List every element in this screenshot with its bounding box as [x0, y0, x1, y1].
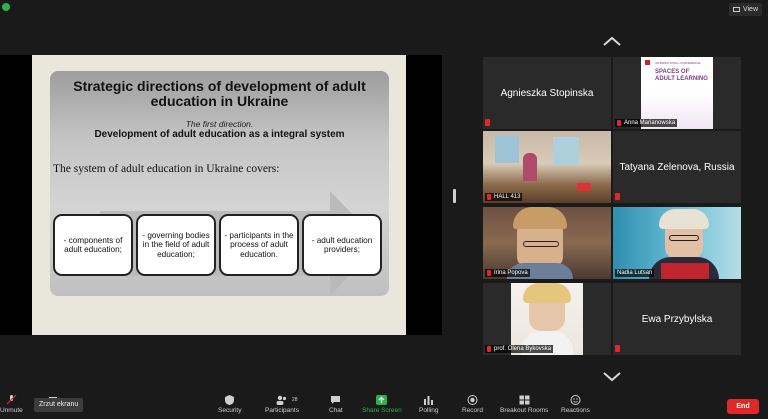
slide-box-participants: - participants in the process of adult e… — [219, 214, 299, 276]
meeting-toolbar: Unmute Start Video Security 28 Participa… — [0, 393, 768, 419]
screenshot-tooltip: Zrzut ekranu — [34, 398, 84, 412]
poster-line1: INTERNATIONAL CONFERENCE — [655, 61, 701, 65]
mic-muted-icon — [487, 194, 491, 200]
mic-muted-icon — [617, 120, 621, 126]
participant-name-tag: Irina Popova — [485, 269, 530, 277]
share-screen-button[interactable]: Share Screen — [362, 395, 402, 414]
record-icon — [467, 395, 478, 405]
video-glasses — [523, 241, 559, 247]
participants-icon — [276, 395, 287, 405]
participant-tile-agnieszka[interactable]: Agnieszka Stopinska — [483, 57, 611, 129]
mic-muted-icon — [615, 345, 620, 352]
video-flag — [577, 183, 591, 191]
slide-heading: Development of adult education as a inte… — [94, 129, 345, 140]
video-screen-right — [553, 137, 579, 165]
chevron-down-icon[interactable] — [603, 372, 621, 382]
slide-subtitle: The first direction. — [185, 119, 254, 129]
slide-box-providers: - adult education providers; — [302, 214, 382, 276]
chat-button[interactable]: Chat — [329, 395, 343, 414]
shared-screen[interactable]: Strategic directions of development of a… — [0, 55, 442, 335]
view-button-label: View — [742, 6, 758, 13]
participant-name-tag: Anna Marianowska — [615, 119, 678, 127]
slide-box-components: - components of adult education; — [53, 214, 133, 276]
participant-name: Ewa Przybylska — [641, 313, 713, 325]
breakout-rooms-icon — [519, 395, 530, 405]
smiley-icon — [570, 395, 581, 405]
poster-logo-icon — [645, 60, 650, 65]
participants-button[interactable]: 28 Participants — [265, 395, 299, 414]
participant-tile-nadia[interactable]: Nadia Lutsan — [613, 207, 741, 279]
participant-name: Agnieszka Stopinska — [500, 87, 594, 99]
zoom-meeting-window: View Strategic directions of development… — [0, 0, 768, 419]
participant-name-tag: Nadia Lutsan — [615, 269, 655, 277]
video-red-top — [661, 263, 709, 279]
poster-line2: SPACES OF — [655, 69, 690, 75]
slide-title: Strategic directions of development of a… — [73, 78, 366, 109]
video-person-hair — [523, 283, 571, 303]
grid-icon — [732, 7, 740, 12]
poster-line3: ADULT LEARNING — [655, 76, 708, 82]
mic-muted-icon — [485, 119, 490, 126]
chat-icon — [331, 396, 341, 404]
participant-tile-irina[interactable]: Irina Popova — [483, 207, 611, 279]
unmute-button[interactable]: Unmute — [0, 395, 23, 414]
participant-tile-ewa[interactable]: Ewa Przybylska — [613, 283, 741, 355]
end-meeting-button[interactable]: End — [727, 399, 759, 414]
polling-button[interactable]: Polling — [419, 395, 439, 414]
video-screen-left — [495, 135, 519, 163]
video-glasses — [669, 235, 699, 241]
video-person-hair — [513, 207, 567, 229]
polling-icon — [424, 396, 434, 405]
view-button[interactable]: View — [728, 3, 762, 16]
slide-box-governing: - governing bodies in the field of adult… — [136, 214, 216, 276]
participant-tile-tatyana[interactable]: Tatyana Zelenova, Russia — [613, 131, 741, 203]
participants-count: 28 — [292, 397, 298, 403]
mic-off-icon — [6, 395, 17, 405]
record-button[interactable]: Record — [462, 395, 483, 414]
mic-muted-icon — [487, 270, 491, 276]
shield-icon — [225, 395, 235, 405]
slide: Strategic directions of development of a… — [50, 71, 389, 296]
presentation-frame: Strategic directions of development of a… — [32, 55, 406, 335]
encryption-shield-icon[interactable] — [2, 3, 10, 11]
slide-covers-text: The system of adult education in Ukraine… — [53, 163, 280, 175]
video-person — [523, 153, 537, 181]
security-button[interactable]: Security — [218, 395, 241, 414]
share-screen-icon — [376, 395, 388, 405]
participant-name: Tatyana Zelenova, Russia — [619, 161, 735, 173]
participant-tile-olena[interactable]: prof. Olena Bykovska — [483, 283, 611, 355]
participant-tile-anna[interactable]: INTERNATIONAL CONFERENCE SPACES OF ADULT… — [613, 57, 741, 129]
mic-muted-icon — [487, 346, 491, 352]
participant-name-tag: HALL 413 — [485, 193, 523, 201]
reactions-button[interactable]: Reactions — [561, 395, 590, 414]
video-person-hair — [659, 209, 709, 229]
participant-name-tag: prof. Olena Bykovska — [485, 345, 554, 353]
breakout-rooms-button[interactable]: Breakout Rooms — [500, 395, 548, 414]
participant-tile-hall413[interactable]: HALL 413 — [483, 131, 611, 203]
mic-muted-icon — [615, 193, 620, 200]
resize-splitter-handle[interactable] — [453, 189, 456, 203]
chevron-up-icon[interactable] — [603, 36, 621, 46]
